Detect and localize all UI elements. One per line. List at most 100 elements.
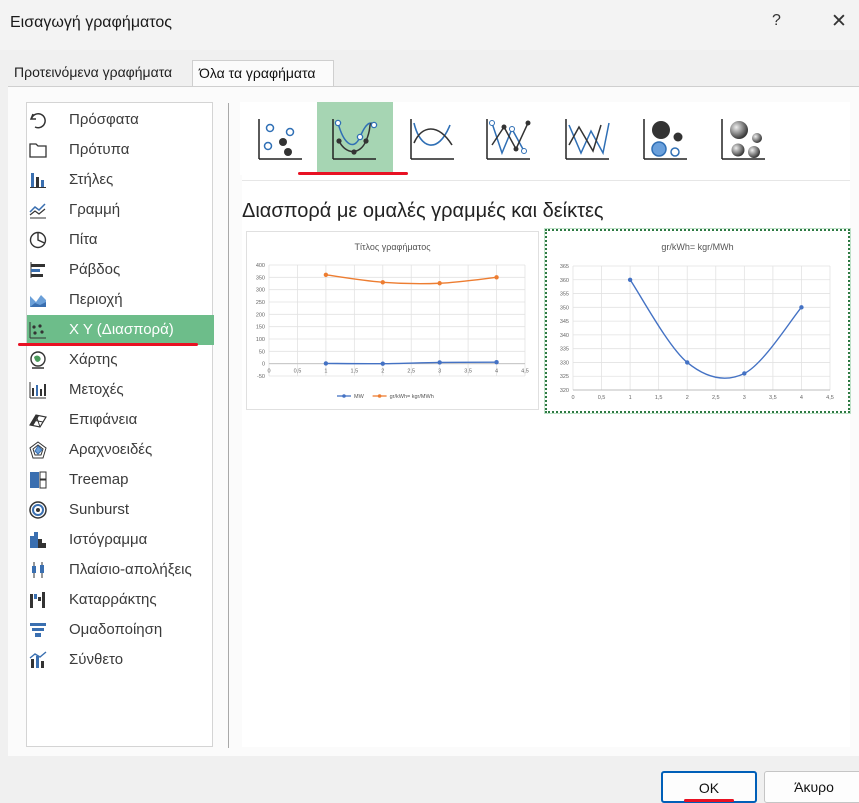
category-label: Πίτα: [69, 231, 98, 248]
category-pie[interactable]: Πίτα: [27, 225, 214, 255]
category-treemap[interactable]: Treemap: [27, 465, 214, 495]
stock-chart-icon: [29, 382, 46, 399]
funnel-icon: [30, 623, 46, 637]
subtype-bubble[interactable]: [628, 102, 704, 175]
gallery-divider: [242, 180, 850, 181]
sunburst-icon: [29, 501, 47, 519]
category-xy-scatter[interactable]: X Y (Διασπορά): [27, 315, 214, 345]
x-tick-label: 0: [267, 369, 270, 375]
x-tick-label: 0: [571, 395, 574, 401]
data-point: [799, 305, 804, 310]
y-tick-label: 365: [560, 264, 569, 270]
surface-chart-icon: [29, 414, 47, 428]
subtype-scatter-markers[interactable]: [243, 102, 319, 175]
y-tick-label: 335: [560, 347, 569, 353]
category-stock[interactable]: Μετοχές: [27, 375, 214, 405]
subtype-scatter-straight-lines-markers[interactable]: [471, 102, 547, 175]
category-label: X Y (Διασπορά): [69, 321, 174, 338]
category-funnel[interactable]: Ομαδοποίηση: [27, 615, 214, 645]
y-tick-label: 325: [560, 374, 569, 380]
category-label: Treemap: [69, 471, 129, 488]
x-tick-label: 1: [324, 369, 327, 375]
x-tick-label: 1,5: [655, 395, 663, 401]
y-tick-label: 300: [256, 288, 265, 294]
x-tick-label: 4,5: [521, 369, 529, 375]
category-histogram[interactable]: Ιστόγραμμα: [27, 525, 214, 555]
y-tick-label: 320: [560, 388, 569, 394]
data-point: [627, 277, 633, 282]
tab-all-charts[interactable]: Όλα τα γραφήματα: [192, 60, 334, 86]
tab-recommended-charts[interactable]: Προτεινόμενα γραφήματα: [8, 60, 192, 86]
y-tick-label: 340: [560, 333, 569, 339]
subtype-scatter-straight-lines[interactable]: [550, 102, 626, 175]
map-chart-icon: [30, 351, 46, 369]
category-recent[interactable]: Πρόσφατα: [27, 105, 214, 135]
y-tick-label: 200: [256, 312, 265, 318]
category-sunburst[interactable]: Sunburst: [27, 495, 214, 525]
category-label: Πρότυπα: [69, 141, 130, 158]
templates-folder-icon: [29, 143, 47, 158]
recent-icon: [29, 112, 46, 129]
category-label: Καταρράκτης: [69, 591, 157, 608]
scatter-smooth-lines-markers-icon: [332, 119, 378, 160]
combo-chart-icon: [29, 651, 47, 668]
scatter-straight-lines-icon: [565, 119, 610, 160]
x-tick-label: 4: [495, 369, 498, 375]
dialog-title: Εισαγωγή γραφήματος: [10, 14, 172, 31]
y-tick-label: 350: [560, 305, 569, 311]
x-tick-label: 1,5: [351, 369, 359, 375]
line-chart-icon: [29, 203, 46, 219]
category-combo[interactable]: Σύνθετο: [27, 645, 214, 675]
category-box-whisker[interactable]: Πλαίσιο-απολήξεις: [27, 555, 214, 585]
category-bar[interactable]: Ράβδος: [27, 255, 214, 285]
category-line[interactable]: Γραμμή: [27, 195, 214, 225]
y-tick-label: 50: [259, 349, 265, 355]
x-tick-label: 0,5: [294, 369, 302, 375]
category-waterfall[interactable]: Καταρράκτης: [27, 585, 214, 615]
waterfall-icon: [30, 592, 45, 608]
category-label: Επιφάνεια: [69, 411, 138, 428]
category-radar[interactable]: Αραχνοειδές: [27, 435, 214, 465]
data-point: [494, 359, 499, 365]
annotation-underline-subtype: [298, 172, 408, 175]
x-tick-label: 2: [686, 395, 689, 401]
category-templates[interactable]: Πρότυπα: [27, 135, 214, 165]
y-tick-label: 355: [560, 292, 569, 298]
subtype-3d-bubble[interactable]: [706, 102, 782, 175]
chart-preview-1[interactable]: Τίτλος γραφήματος -50 0 50 100 150 200 250 300 3…: [246, 231, 539, 410]
3d-bubble-icon: [721, 119, 765, 160]
chart-category-list: Πρόσφατα Πρότυπα Στήλες Γραμμή Πίτα Ράβδ…: [26, 102, 214, 747]
category-label: Πλαίσιο-απολήξεις: [69, 561, 192, 578]
box-whisker-icon: [32, 562, 44, 578]
subtype-scatter-smooth-lines[interactable]: [395, 102, 471, 175]
help-button[interactable]: ?: [772, 12, 781, 30]
cancel-button[interactable]: Άκυρο: [764, 771, 859, 803]
area-chart-icon: [30, 295, 46, 307]
close-button[interactable]: ✕: [831, 10, 847, 33]
x-tick-label: 3: [438, 369, 441, 375]
y-tick-label: 345: [560, 319, 569, 325]
pie-chart-icon: [29, 231, 47, 249]
annotation-underline-ok: [684, 799, 734, 802]
category-surface[interactable]: Επιφάνεια: [27, 405, 214, 435]
treemap-icon: [30, 471, 47, 489]
category-map[interactable]: Χάρτης: [27, 345, 214, 375]
category-label: Χάρτης: [69, 351, 118, 368]
data-point: [437, 281, 442, 286]
y-tick-label: 250: [256, 300, 265, 306]
data-point: [494, 275, 499, 280]
category-column[interactable]: Στήλες: [27, 165, 214, 195]
x-tick-label: 4,5: [826, 395, 834, 401]
legend-label: MW: [354, 394, 365, 400]
subtype-scatter-smooth-lines-markers[interactable]: [317, 102, 393, 175]
category-label: Ράβδος: [69, 261, 121, 278]
category-label: Ομαδοποίηση: [69, 621, 163, 638]
preview-chart-2-plot: 320 325 330 335 340 345 350 355 360 365 0 0,5 1 1,5 2 2…: [560, 264, 834, 401]
x-tick-label: 3,5: [464, 369, 472, 375]
category-area[interactable]: Περιοχή: [27, 285, 214, 315]
y-tick-label: 100: [256, 337, 265, 343]
x-tick-label: 2: [381, 369, 384, 375]
chart-preview-2[interactable]: gr/kWh= kgr/MWh 320 325 330 335 340 345 350 355…: [544, 228, 851, 414]
y-tick-label: 360: [560, 278, 569, 284]
chart-preview-panel: [242, 102, 850, 747]
